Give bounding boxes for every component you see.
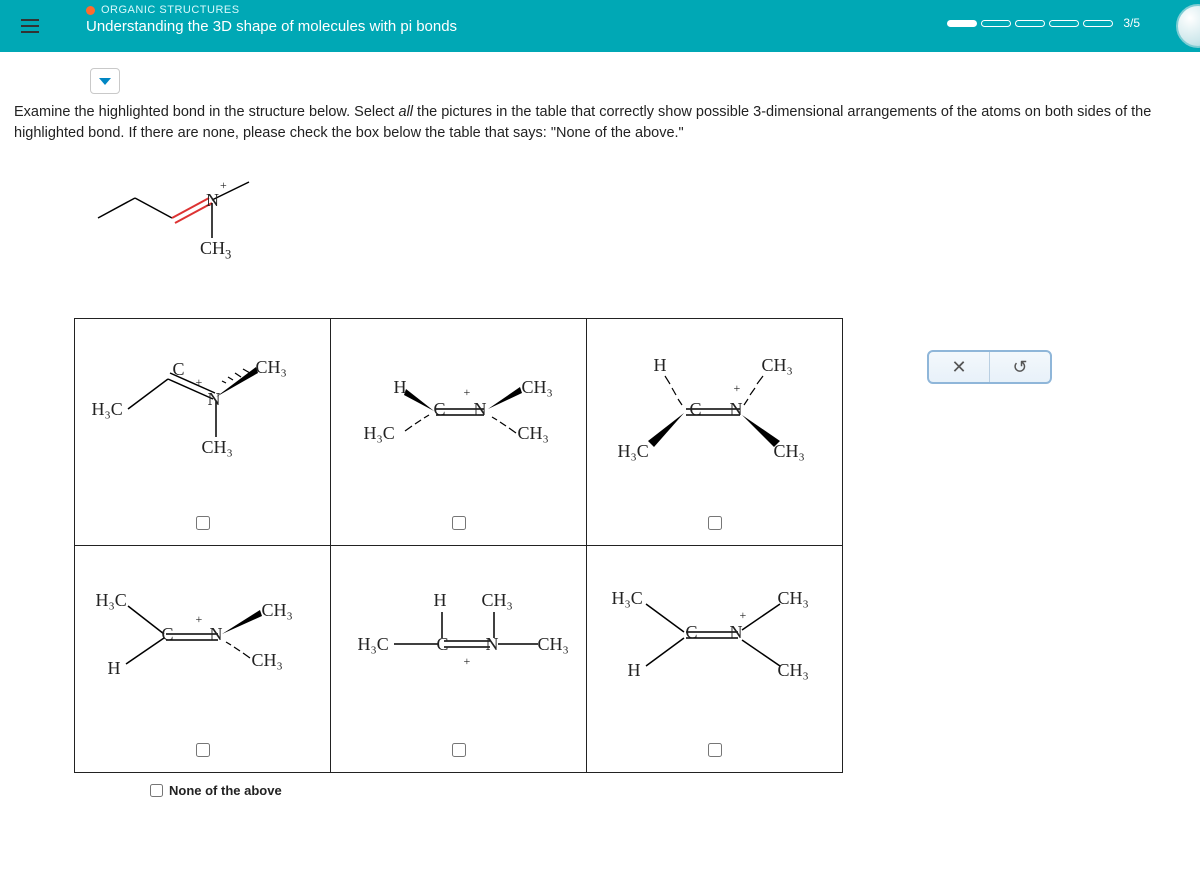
none-of-above-checkbox[interactable] xyxy=(150,784,163,797)
option-cell-6: H₃C H C N + CH₃ CH₃ xyxy=(587,546,842,772)
reset-button[interactable]: ↺ xyxy=(990,352,1050,382)
top-bar: ORGANIC STRUCTURES Understanding the 3D … xyxy=(0,0,1200,52)
avatar[interactable] xyxy=(1176,4,1200,48)
chevron-down-icon xyxy=(99,78,111,85)
none-of-above-row: None of the above xyxy=(150,783,843,798)
reset-icon: ↺ xyxy=(1012,357,1027,378)
option-cell-4: H₃C H C N + CH₃ CH₃ xyxy=(75,546,330,772)
label-n: N xyxy=(206,190,219,211)
option-6-checkbox[interactable] xyxy=(708,743,722,757)
close-icon: ✕ xyxy=(951,357,966,378)
option-2-checkbox[interactable] xyxy=(452,516,466,530)
expand-toggle[interactable] xyxy=(90,68,120,94)
hamburger-icon xyxy=(21,19,39,33)
structure-svg xyxy=(90,168,290,288)
option-cell-2: H H₃C C N + CH₃ CH₃ xyxy=(331,319,586,545)
option-4-checkbox[interactable] xyxy=(196,743,210,757)
option-cell-5: H₃C H CH₃ C N + CH₃ xyxy=(331,546,586,772)
close-button[interactable]: ✕ xyxy=(929,352,989,382)
progress-seg xyxy=(1083,20,1113,27)
progress-text: 3/5 xyxy=(1123,16,1140,30)
lesson-title: Understanding the 3D shape of molecules … xyxy=(86,18,457,35)
progress-seg xyxy=(981,20,1011,27)
option-3-checkbox[interactable] xyxy=(708,516,722,530)
option-cell-3: H H₃C C N + CH₃ CH₃ xyxy=(587,319,842,545)
option-1-checkbox[interactable] xyxy=(196,516,210,530)
options-table: H₃C C N + CH₃ CH₃ xyxy=(74,318,843,773)
option-cell-1: H₃C C N + CH₃ CH₃ xyxy=(75,319,330,545)
progress-seg xyxy=(1049,20,1079,27)
progress-seg xyxy=(1015,20,1045,27)
subject-dot-icon xyxy=(86,6,95,15)
option-5-checkbox[interactable] xyxy=(452,743,466,757)
menu-button[interactable] xyxy=(10,0,50,52)
none-of-above-label: None of the above xyxy=(169,783,282,798)
question-text: Examine the highlighted bond in the stru… xyxy=(10,102,1200,144)
title-block: ORGANIC STRUCTURES Understanding the 3D … xyxy=(50,0,467,35)
subject-label: ORGANIC STRUCTURES xyxy=(101,4,240,16)
tool-buttons: ✕ ↺ xyxy=(927,350,1052,384)
reference-structure: N + CH3 xyxy=(90,168,290,288)
label-plus: + xyxy=(220,178,227,193)
label-ch3: CH3 xyxy=(200,238,231,263)
progress-seg xyxy=(947,20,977,27)
progress-indicator: 3/5 xyxy=(947,16,1140,30)
